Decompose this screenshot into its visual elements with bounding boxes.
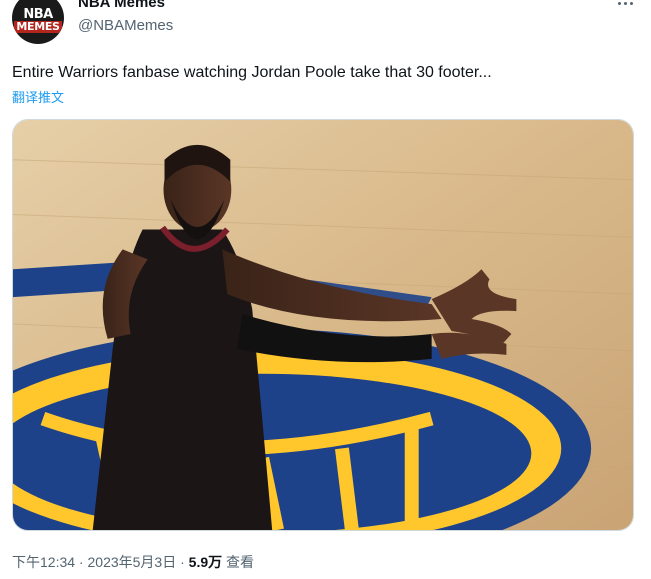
more-dots-icon — [617, 1, 621, 5]
author-display-name[interactable]: NBA Memes — [78, 0, 165, 11]
more-options-button[interactable] — [612, 0, 638, 14]
meta-separator: · — [75, 554, 88, 570]
author-handle[interactable]: @NBAMemes — [78, 17, 173, 34]
avatar[interactable]: NBA MEMES — [12, 0, 64, 44]
tweet-date[interactable]: 2023年5月3日 — [88, 554, 177, 570]
tweet-meta: 下午12:34 · 2023年5月3日 · 5.9万 查看 — [12, 552, 254, 572]
tweet-text: Entire Warriors fanbase watching Jordan … — [12, 64, 492, 81]
tweet-card: NBA MEMES NBA Memes @NBAMemes Entire War… — [0, 0, 651, 579]
meta-separator: · — [176, 554, 189, 570]
tweet-time[interactable]: 下午12:34 — [12, 554, 75, 570]
avatar-logo-text-bottom: MEMES — [14, 20, 62, 33]
translate-tweet-link[interactable]: 翻译推文 — [12, 87, 64, 106]
tweet-media-image[interactable] — [12, 119, 634, 531]
image-icon — [13, 120, 633, 530]
views-count[interactable]: 5.9万 — [189, 554, 222, 570]
views-label: 查看 — [222, 554, 255, 570]
